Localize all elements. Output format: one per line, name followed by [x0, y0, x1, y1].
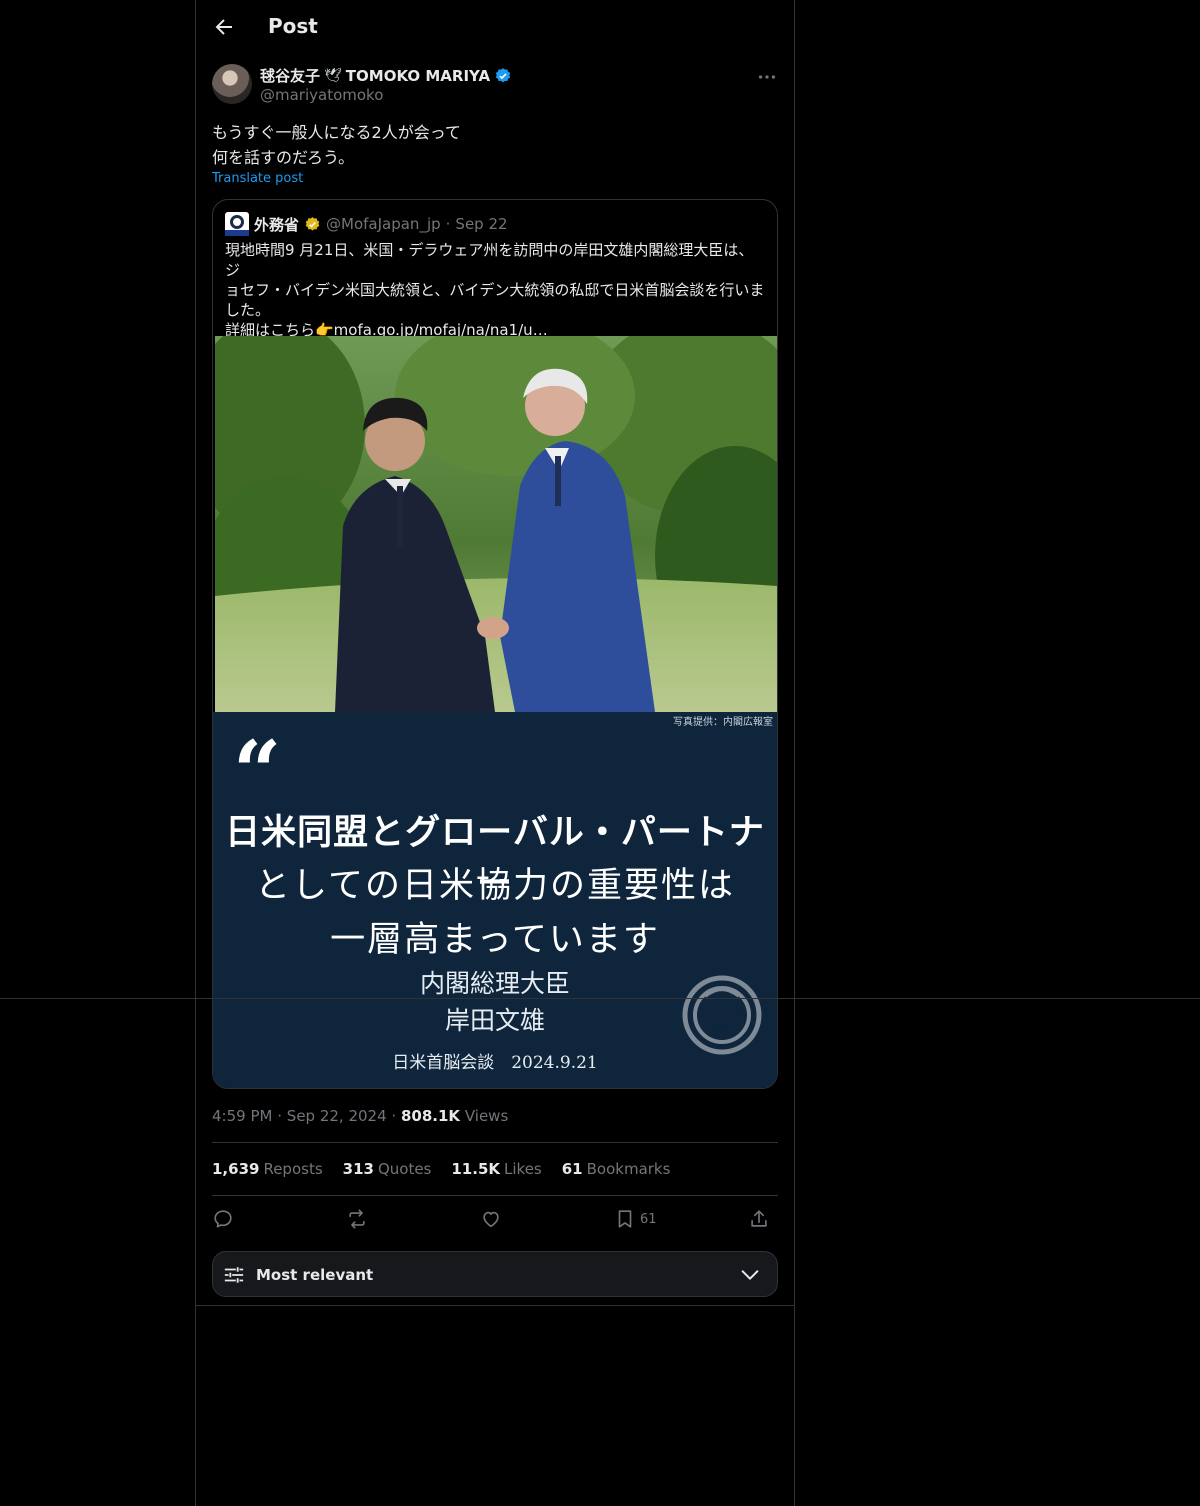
author-handle[interactable]: @mariyatomoko — [260, 86, 383, 104]
quotes-stat[interactable]: 313 Quotes — [343, 1160, 432, 1178]
quoted-text: 現地時間9 月21日、米国・デラウェア州を訪問中の岸田文雄内閣総理大臣は、ジ ョ… — [225, 240, 767, 340]
back-arrow-icon[interactable] — [212, 15, 236, 39]
quoted-author-name: 外務省 — [254, 215, 300, 234]
quoted-text-line-2: ョセフ・バイデン米国大統領と、バイデン大統領の私邸で日米首脳会談を行いま — [225, 281, 765, 299]
photo-credit: 写真提供：内閣広報室 — [673, 717, 773, 728]
reposts-stat[interactable]: 1,639 Reposts — [212, 1160, 323, 1178]
translate-post-link[interactable]: Translate post — [212, 171, 303, 186]
repost-icon — [349, 1209, 365, 1229]
divider — [196, 1305, 794, 1306]
quoted-post-header: 外務省 @MofaJapan_jp · Sep 22 — [225, 212, 508, 236]
post-text-line-2: 何を話すのだろう。 — [212, 148, 355, 167]
likes-label: Likes — [504, 1160, 542, 1178]
reply-icon — [214, 1210, 232, 1228]
engagement-stats: 1,639 Reposts 313 Quotes 11.5K Likes 61 Book… — [212, 1160, 670, 1178]
share-button[interactable] — [748, 1206, 770, 1232]
bookmarks-count: 61 — [561, 1160, 583, 1178]
bookmarks-stat[interactable]: 61 Bookmarks — [562, 1160, 671, 1178]
quoted-text-line-1: 現地時間9 月21日、米国・デラウェア州を訪問中の岸田文雄内閣総理大臣は、ジ — [225, 241, 754, 279]
separator-dot: · — [445, 215, 451, 233]
post-date[interactable]: Sep 22, 2024 — [287, 1107, 387, 1125]
verified-badge-icon — [495, 67, 511, 82]
repost-button[interactable] — [346, 1206, 368, 1232]
separator-dot: · — [391, 1107, 397, 1125]
reposts-count: 1,639 — [212, 1160, 260, 1178]
sort-label: Most relevant — [256, 1266, 374, 1284]
quotes-count: 313 — [342, 1160, 374, 1178]
chevron-down-icon — [741, 1270, 759, 1280]
like-button[interactable] — [480, 1206, 502, 1232]
views-label: Views — [464, 1107, 509, 1125]
divider — [212, 1195, 778, 1196]
reply-button[interactable] — [212, 1206, 234, 1232]
bookmarks-label: Bookmarks — [586, 1160, 671, 1178]
bookmark-icon — [618, 1210, 632, 1228]
action-bar: 61 — [212, 1206, 778, 1232]
emblem-icon — [682, 975, 762, 1055]
card-headline-3: 一層高まっています — [330, 920, 660, 960]
handshake-photo[interactable] — [215, 336, 777, 712]
like-icon — [483, 1211, 499, 1228]
dove-icon: 🕊 — [324, 67, 342, 84]
post-text: もうすぐ一般人になる2人が会って 何を話すのだろう。 — [212, 120, 778, 170]
quoted-avatar[interactable] — [225, 212, 249, 236]
quoted-author-handle: @MofaJapan_jp — [326, 215, 441, 233]
post-author: 毬谷友子 🕊 TOMOKO MARIYA @mariyatomoko — [212, 64, 778, 108]
top-bar: Post — [196, 0, 794, 54]
bookmark-button[interactable]: 61 — [614, 1206, 657, 1232]
author-name-en: TOMOKO MARIYA — [345, 66, 491, 85]
likes-count: 11.5K — [451, 1160, 501, 1178]
quoted-date: Sep 22 — [455, 215, 508, 233]
overlay-divider-line — [0, 998, 1200, 999]
bookmark-count: 61 — [640, 1211, 657, 1227]
filter-icon — [224, 1267, 244, 1283]
more-icon[interactable] — [756, 66, 778, 88]
post-meta: 4:59 PM · Sep 22, 2024 · 808.1K Views — [212, 1107, 508, 1125]
author-name-row[interactable]: 毬谷友子 🕊 TOMOKO MARIYA — [260, 65, 512, 86]
divider — [212, 1142, 778, 1143]
post-text-line-1: もうすぐ一般人になる2人が会って — [212, 123, 461, 142]
reposts-label: Reposts — [263, 1160, 323, 1178]
avatar[interactable] — [212, 64, 252, 104]
open-quote-mark: “ — [233, 722, 282, 821]
views-count: 808.1K — [400, 1107, 461, 1125]
reply-sort-dropdown[interactable]: Most relevant — [212, 1251, 778, 1297]
quoted-text-line-3: した。 — [225, 301, 271, 319]
share-icon — [751, 1210, 767, 1227]
card-headline-2: としての日米協力の重要性は — [255, 866, 735, 906]
likes-stat[interactable]: 11.5K Likes — [451, 1160, 541, 1178]
main-column: Post 毬谷友子 🕊 TOMOKO MARIYA @mariyatomoko … — [195, 0, 795, 1506]
separator-dot: · — [277, 1107, 283, 1125]
quotes-label: Quotes — [377, 1160, 432, 1178]
quote-card[interactable]: 写真提供：内閣広報室 “ 日米同盟とグローバル・パートナー としての日米協力の重… — [213, 712, 777, 1088]
gold-verified-badge-icon — [305, 216, 320, 231]
post-time[interactable]: 4:59 PM — [212, 1107, 272, 1125]
quoted-post[interactable]: 外務省 @MofaJapan_jp · Sep 22 現地時間9 月21日、米国… — [212, 199, 778, 1089]
author-name: 毬谷友子 — [260, 67, 321, 85]
page-title: Post — [268, 14, 318, 38]
